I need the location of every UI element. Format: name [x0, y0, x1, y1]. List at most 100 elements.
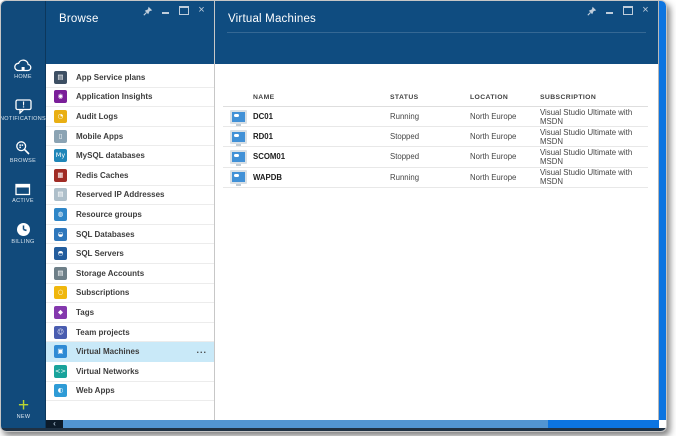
browse-item-icon: ☺ — [54, 325, 67, 339]
item-context-menu-dots[interactable]: ... — [196, 346, 207, 355]
screenshot-frame: HOME ! NOTIFICATIONS BROWSE ACTIVE BILLI… — [0, 0, 676, 436]
close-icon[interactable]: × — [196, 5, 207, 16]
sidebar-item-home[interactable]: HOME — [1, 59, 46, 81]
browse-item[interactable]: ▣ Virtual Machines ... — [46, 342, 214, 362]
scrollbar-thumb[interactable] — [63, 420, 548, 428]
blades-area: Browse × ▤ App Service plans ◉ Applicati… — [1, 1, 666, 431]
browse-item-label: Subscriptions — [76, 288, 130, 298]
browse-item-label: Web Apps — [76, 386, 115, 396]
browse-item-label: Redis Caches — [76, 170, 129, 180]
maximize-icon[interactable] — [622, 5, 633, 16]
browse-item[interactable]: ◔ Audit Logs — [46, 107, 214, 127]
sidebar-item-active[interactable]: ACTIVE — [1, 183, 46, 205]
vm-status-cell: Stopped — [390, 132, 420, 142]
column-header-name: NAME — [253, 93, 275, 101]
window-bottom-edge — [1, 428, 666, 431]
sidebar-item-billing[interactable]: BILLING — [1, 222, 46, 246]
billing-clock-icon — [16, 222, 31, 237]
vm-monitor-icon — [230, 109, 247, 126]
browse-item-icon: My — [54, 149, 67, 163]
browse-item-label: Audit Logs — [76, 111, 118, 121]
browse-item-icon: <> — [54, 364, 67, 378]
sidebar-item-notifications[interactable]: ! NOTIFICATIONS — [0, 98, 46, 123]
home-cloud-icon — [13, 59, 33, 72]
browse-item[interactable]: ◐ Web Apps — [46, 381, 214, 402]
browse-item-icon: ▤ — [54, 188, 67, 202]
new-button-label: NEW — [16, 413, 31, 420]
browse-item[interactable]: ◉ Application Insights — [46, 87, 214, 108]
browse-item-icon: ◉ — [54, 90, 67, 104]
browse-item-label: Tags — [76, 307, 95, 317]
browse-blade-header: Browse × — [46, 1, 214, 64]
browse-item[interactable]: ▦ Redis Caches — [46, 165, 214, 186]
horizontal-scrollbar[interactable]: ‹ — [46, 420, 659, 428]
virtual-machines-blade: Virtual Machines × NAME STATUS LOCATION … — [214, 1, 659, 420]
sidebar-item-browse[interactable]: BROWSE — [1, 140, 46, 165]
vm-location-cell: North Europe — [470, 152, 517, 162]
browse-item[interactable]: ◒ SQL Databases — [46, 224, 214, 245]
column-header-subscription: SUBSCRIPTION — [540, 93, 597, 101]
minimize-icon[interactable] — [160, 5, 171, 16]
vm-blade-header: Virtual Machines × — [215, 1, 658, 64]
browse-item-label: Storage Accounts — [76, 268, 145, 278]
browse-item-icon: ○ — [54, 286, 67, 300]
vm-table-row[interactable]: DC01 Running North Europe Visual Studio … — [223, 107, 648, 128]
browse-item[interactable]: ○ Subscriptions — [46, 283, 214, 304]
close-icon[interactable]: × — [640, 5, 651, 16]
vm-subscription-cell: Visual Studio Ultimate with MSDN — [540, 127, 633, 146]
minimize-icon[interactable] — [604, 5, 615, 16]
browse-item[interactable]: ▤ Reserved IP Addresses — [46, 185, 214, 206]
scroll-left-button[interactable]: ‹ — [46, 420, 63, 428]
new-button[interactable]: + NEW — [1, 396, 46, 421]
vm-name-cell: SCOM01 — [253, 152, 286, 162]
browse-item[interactable]: ◆ Tags — [46, 303, 214, 323]
browse-item-icon: ▤ — [54, 70, 67, 84]
browse-item[interactable]: My MySQL databases — [46, 146, 214, 166]
browse-item-icon: ◆ — [54, 305, 67, 319]
pin-icon[interactable] — [586, 5, 597, 16]
browse-item-label: Mobile Apps — [76, 131, 124, 141]
browse-item[interactable]: ◓ SQL Servers — [46, 244, 214, 264]
vm-table-row[interactable]: SCOM01 Stopped North Europe Visual Studi… — [223, 147, 648, 168]
vm-blade-title: Virtual Machines — [228, 13, 317, 25]
browse-item-label: Application Insights — [76, 92, 153, 102]
vm-table-row[interactable]: RD01 Stopped North Europe Visual Studio … — [223, 127, 648, 148]
vm-monitor-icon — [230, 170, 247, 187]
vm-table-header-row: NAME STATUS LOCATION SUBSCRIPTION — [223, 88, 648, 107]
vm-subscription-cell: Visual Studio Ultimate with MSDN — [540, 107, 633, 126]
vm-status-cell: Running — [390, 112, 420, 122]
browse-magnifier-icon — [15, 140, 31, 156]
column-header-status: STATUS — [390, 93, 419, 101]
vm-table-row[interactable]: WAPDB Running North Europe Visual Studio… — [223, 168, 648, 188]
browse-item-icon: ▣ — [54, 345, 67, 359]
vm-name-cell: DC01 — [253, 112, 273, 122]
vm-location-cell: North Europe — [470, 112, 517, 122]
sidebar-item-label: NOTIFICATIONS — [0, 115, 46, 122]
browse-item[interactable]: ◍ Resource groups — [46, 205, 214, 225]
vm-location-cell: North Europe — [470, 172, 517, 182]
browse-item-label: Virtual Machines — [76, 347, 140, 357]
browse-item[interactable]: ▤ Storage Accounts — [46, 263, 214, 284]
browse-item-label: App Service plans — [76, 72, 146, 82]
browse-list: ▤ App Service plans ◉ Application Insigh… — [46, 64, 214, 402]
browse-item[interactable]: ▯ Mobile Apps — [46, 126, 214, 147]
browse-item-label: Resource groups — [76, 209, 142, 219]
vm-name-cell: WAPDB — [253, 172, 283, 182]
vm-table: NAME STATUS LOCATION SUBSCRIPTION DC01 R… — [223, 88, 648, 188]
vm-blade-body: NAME STATUS LOCATION SUBSCRIPTION DC01 R… — [215, 64, 658, 420]
sidebar-item-label: BROWSE — [9, 158, 37, 164]
column-header-location: LOCATION — [470, 93, 509, 101]
vm-monitor-icon — [230, 129, 247, 146]
browse-item-icon: ◍ — [54, 207, 67, 221]
maximize-icon[interactable] — [178, 5, 189, 16]
svg-text:!: ! — [22, 99, 25, 109]
left-nav: HOME ! NOTIFICATIONS BROWSE ACTIVE BILLI… — [1, 1, 46, 428]
vm-subscription-cell: Visual Studio Ultimate with MSDN — [540, 147, 633, 166]
browse-item[interactable]: ▤ App Service plans — [46, 68, 214, 88]
browse-item[interactable]: <> Virtual Networks — [46, 361, 214, 382]
browse-item-icon: ◐ — [54, 384, 67, 398]
pin-icon[interactable] — [142, 5, 153, 16]
vm-name-cell: RD01 — [253, 132, 273, 142]
blade-window-controls: × — [586, 5, 651, 16]
browse-item[interactable]: ☺ Team projects — [46, 322, 214, 343]
